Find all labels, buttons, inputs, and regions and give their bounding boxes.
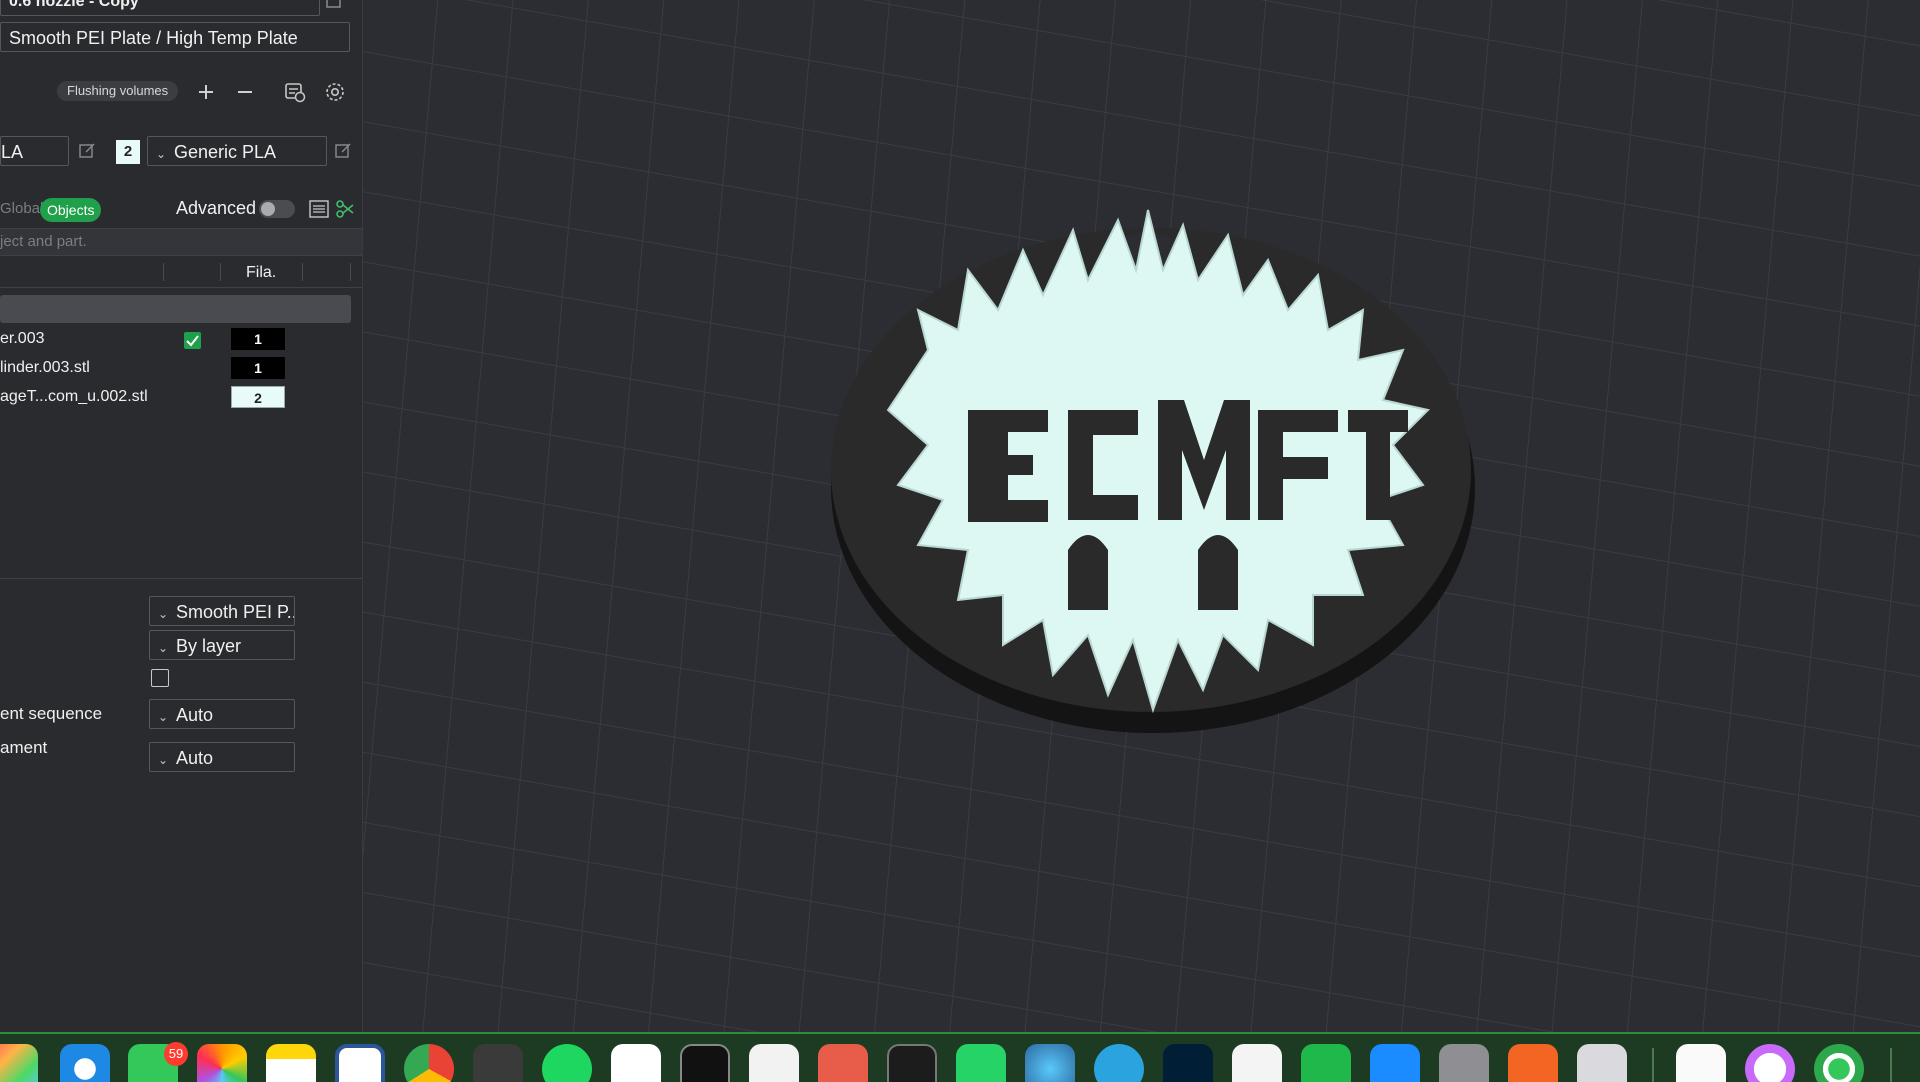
home-icon[interactable]	[611, 1044, 661, 1082]
first-layer-sequence-value: Auto	[176, 705, 214, 725]
plate-type-select[interactable]: Smooth PEI Plate / High Temp Plate	[0, 22, 350, 52]
nozzle-preset-select[interactable]: 0.6 nozzle - Copy	[0, 0, 320, 16]
advanced-toggle[interactable]	[259, 200, 295, 218]
filament-index[interactable]: 2	[231, 386, 285, 408]
column-separator	[220, 263, 221, 281]
object-name: linder.003.stl	[0, 359, 90, 376]
spiral-vase-checkbox[interactable]	[151, 669, 169, 687]
safari-icon[interactable]	[60, 1044, 110, 1082]
notes-icon[interactable]	[266, 1044, 316, 1082]
edit-filament-1-icon[interactable]	[78, 142, 96, 160]
activity-monitor-icon[interactable]	[887, 1044, 937, 1082]
other-layers-label: ament	[0, 738, 48, 757]
3d-viewport[interactable]	[363, 0, 1920, 1032]
settings-gear-icon[interactable]	[1025, 1044, 1075, 1082]
printable-checkbox[interactable]	[184, 332, 201, 349]
find-my-icon[interactable]	[1814, 1044, 1864, 1082]
object-row[interactable]: linder.003.stl 1	[0, 355, 362, 383]
print-sequence-select[interactable]: ⌄ By layer	[149, 630, 295, 660]
object-list-header: Fila.	[0, 257, 362, 288]
iphone-mirroring-icon[interactable]	[1577, 1044, 1627, 1082]
filament-index[interactable]: 1	[231, 328, 285, 350]
other-layers-select[interactable]: ⌄ Auto	[149, 742, 295, 772]
app-store-icon[interactable]	[1370, 1044, 1420, 1082]
object-row[interactable]: ageT...com_u.002.stl 2	[0, 384, 362, 412]
chevron-down-icon: ⌄	[158, 753, 169, 767]
flushing-volumes-button[interactable]: Flushing volumes	[57, 81, 179, 101]
column-separator	[302, 263, 303, 281]
panel-divider	[0, 578, 362, 579]
bed-type-select[interactable]: ⌄ Smooth PEI P...	[149, 596, 295, 626]
tab-objects[interactable]: Objects	[40, 198, 102, 222]
left-sidebar: 0.6 nozzle - Copy Smooth PEI Plate / Hig…	[0, 0, 363, 1032]
photos-icon[interactable]	[197, 1044, 247, 1082]
filament-2-value: Generic PLA	[174, 142, 277, 162]
spotify-icon[interactable]	[542, 1044, 592, 1082]
filament-1-select[interactable]: LA	[0, 136, 69, 166]
textedit-icon[interactable]	[1676, 1044, 1726, 1082]
timer-icon[interactable]	[1745, 1044, 1795, 1082]
object-search-field[interactable]: ject and part.	[0, 228, 362, 256]
launchpad-icon[interactable]	[0, 1044, 38, 1082]
macos-dock: 59	[0, 1032, 1920, 1082]
cube-app-icon[interactable]	[749, 1044, 799, 1082]
blender-icon[interactable]	[473, 1044, 523, 1082]
other-layers-value: Auto	[176, 748, 214, 768]
messages-badge: 59	[164, 1042, 188, 1066]
column-fila-header: Fila.	[246, 264, 277, 281]
plate-type-value: Smooth PEI Plate / High Temp Plate	[9, 28, 298, 48]
dock-separator	[1652, 1048, 1654, 1082]
filament-2-color-swatch[interactable]: 2	[116, 140, 140, 164]
object-name: ageT...com_u.002.stl	[0, 388, 148, 405]
split-parts-icon[interactable]	[334, 198, 356, 220]
first-layer-sequence-select[interactable]: ⌄ Auto	[149, 699, 295, 729]
list-view-icon[interactable]	[308, 198, 330, 220]
chevron-down-icon: ⌄	[158, 607, 169, 621]
plate-group-row[interactable]	[0, 295, 351, 323]
word-icon[interactable]	[335, 1044, 385, 1082]
dock-separator	[1890, 1048, 1892, 1082]
bed-type-value: Smooth PEI P...	[176, 602, 295, 622]
tab-global[interactable]: Global	[0, 200, 43, 217]
system-settings-icon[interactable]	[1439, 1044, 1489, 1082]
settings-gear-icon[interactable]	[323, 80, 347, 104]
print-sequence-value: By layer	[176, 636, 242, 656]
chevron-down-icon: ⌄	[156, 147, 167, 161]
chevron-down-icon: ⌄	[158, 641, 169, 655]
object-name: er.003	[0, 330, 45, 347]
keychain-model[interactable]	[818, 200, 1488, 740]
advanced-label: Advanced	[176, 198, 257, 218]
column-separator	[163, 263, 164, 281]
filament-sync-icon[interactable]	[283, 80, 307, 104]
photoshop-icon[interactable]	[1163, 1044, 1213, 1082]
filament-index[interactable]: 1	[231, 357, 285, 379]
column-separator	[350, 263, 351, 281]
edit-filament-2-icon[interactable]	[334, 142, 352, 160]
nozzle-preset-value: 0.6 nozzle - Copy	[9, 0, 139, 10]
chrome-icon[interactable]	[404, 1044, 454, 1082]
telegram-icon[interactable]	[1094, 1044, 1144, 1082]
add-filament-icon[interactable]	[194, 80, 218, 104]
maps-icon[interactable]	[1232, 1044, 1282, 1082]
search-placeholder: ject and part.	[0, 233, 87, 250]
remove-filament-icon[interactable]	[233, 80, 257, 104]
gear-app-icon[interactable]	[818, 1044, 868, 1082]
object-row[interactable]: er.003 1	[0, 326, 362, 354]
terminal-icon[interactable]	[680, 1044, 730, 1082]
numbers-icon[interactable]	[1301, 1044, 1351, 1082]
whatsapp-icon[interactable]	[956, 1044, 1006, 1082]
filament-2-select[interactable]: ⌄ Generic PLA	[147, 136, 327, 166]
edit-icon[interactable]	[325, 0, 343, 10]
first-layer-sequence-label: ent sequence	[0, 704, 103, 723]
fusion-icon[interactable]	[1508, 1044, 1558, 1082]
filament-1-value: LA	[1, 142, 24, 162]
chevron-down-icon: ⌄	[158, 710, 169, 724]
